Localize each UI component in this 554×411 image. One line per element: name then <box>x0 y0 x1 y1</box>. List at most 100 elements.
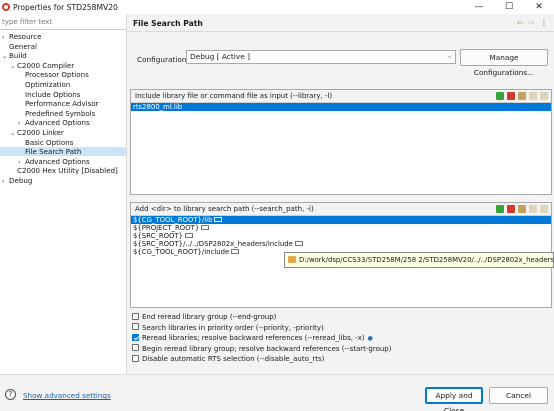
tree-item[interactable]: General <box>0 42 126 51</box>
configuration-value: Debug [ Active ] <box>190 52 250 61</box>
tree-item-label: Resource <box>9 32 42 41</box>
delete-icon[interactable] <box>507 205 515 213</box>
tree-item[interactable]: Optimization <box>0 80 126 89</box>
option-checkbox-row[interactable]: Begin reread library group; resolve back… <box>132 344 391 354</box>
move-down-icon[interactable] <box>540 92 548 100</box>
page-title: File Search Path <box>133 19 203 28</box>
app-icon <box>2 3 10 11</box>
tree-item-label: File Search Path <box>25 147 82 157</box>
tree-item-label: Predefined Symbols <box>25 108 96 118</box>
tree-item-label: Build <box>9 51 27 61</box>
option-checkbox-row[interactable]: Disable automatic RTS selection (--disab… <box>132 354 325 364</box>
tree-item[interactable]: C2000 Hex Utility [Disabled] <box>0 166 126 175</box>
include-library-label: Include library file or command file as … <box>135 92 333 100</box>
tree-item-label: Basic Options <box>25 137 74 147</box>
tree-item[interactable]: Basic Options <box>0 138 126 147</box>
checkbox[interactable] <box>132 333 139 341</box>
ellipsis-icon[interactable] <box>185 232 194 238</box>
list-item-label: ${SRC_ROOT}/../../DSP2802x_headers/inclu… <box>133 240 293 248</box>
move-up-icon[interactable] <box>529 205 537 213</box>
cancel-button[interactable]: Cancel <box>489 387 548 404</box>
tree-item-label: C2000 Hex Utility [Disabled] <box>17 166 118 176</box>
tree-item[interactable]: › Advanced Options <box>0 118 126 127</box>
tree-item[interactable]: › Resource <box>0 32 126 41</box>
list-item-label: ${CG_TOOL_ROOT}/include <box>133 248 230 256</box>
configuration-select[interactable]: Debug [ Active ] ⌵ <box>186 50 456 64</box>
edit-icon[interactable] <box>518 92 526 100</box>
tree-item[interactable]: ⌄ C2000 Compiler <box>0 61 126 70</box>
checkbox[interactable] <box>132 312 139 320</box>
view-menu-icon[interactable]: ⋮ <box>540 18 548 27</box>
option-label: Search libraries in priority order (--pr… <box>142 323 324 332</box>
ellipsis-icon[interactable] <box>294 240 303 246</box>
list-item-label: ${CG_TOOL_ROOT}/lib <box>133 216 213 224</box>
search-path-list[interactable]: ${CG_TOOL_ROOT}/lib ${PROJECT_ROOT} ${SRC_… <box>131 216 551 256</box>
filter-input[interactable]: type filter text <box>0 14 126 30</box>
apply-and-close-button[interactable]: Apply and Close <box>425 387 483 411</box>
edit-icon[interactable] <box>518 205 526 213</box>
nav-icons: ⇦ ⇨ ⋮ <box>517 18 548 27</box>
ellipsis-icon[interactable] <box>214 216 223 222</box>
tree-item-label: Debug <box>9 176 33 185</box>
include-library-header: Include library file or command file as … <box>131 90 551 103</box>
tree-item[interactable]: › Advanced Options <box>0 157 126 166</box>
search-path-toolbar <box>496 205 548 213</box>
configuration-label: Configuration: <box>137 55 189 64</box>
include-library-list[interactable]: rts2800_ml.lib <box>131 103 551 111</box>
tree-item[interactable]: Include Options <box>0 90 126 99</box>
close-button[interactable]: ✕ <box>524 0 554 14</box>
tree-item[interactable]: Processor Options <box>0 70 126 79</box>
tree-item[interactable]: Predefined Symbols <box>0 109 126 118</box>
chevron-right-icon[interactable]: › <box>2 177 9 186</box>
delete-icon[interactable] <box>507 92 515 100</box>
option-checkbox-row[interactable]: End reread library group (--end-group) <box>132 312 276 322</box>
tree-item[interactable]: Performance Advisor <box>0 99 126 108</box>
option-checkbox-row[interactable]: Search libraries in priority order (--pr… <box>132 323 324 333</box>
list-item-label: ${PROJECT_ROOT} <box>133 224 200 232</box>
tree-item-label: Performance Advisor <box>25 99 99 109</box>
tree-item-label: Advanced Options <box>25 156 90 166</box>
title-bar: Properties for STD258MV20 — ☐ ✕ <box>0 0 554 14</box>
ellipsis-icon[interactable] <box>231 248 240 254</box>
option-checkbox-row[interactable]: Reread libraries; resolve backward refer… <box>132 333 373 343</box>
checkbox[interactable] <box>132 323 139 330</box>
path-tooltip: D:/work/dsp/CCS33/STD258M/258 2/STD258MV… <box>284 252 554 268</box>
checkbox[interactable] <box>132 344 139 351</box>
move-up-icon[interactable] <box>529 92 537 100</box>
window-controls: — ☐ ✕ <box>464 0 554 14</box>
tree-item[interactable]: ⌄ C2000 Linker <box>0 128 126 137</box>
window-title: Properties for STD258MV20 <box>13 2 118 12</box>
tree-item-label: Processor Options <box>25 70 89 80</box>
tree-item[interactable]: ⌄ Build <box>0 51 126 60</box>
tree-item[interactable]: File Search Path <box>0 147 126 157</box>
list-item[interactable]: ${SRC_ROOT}/../../DSP2802x_headers/inclu… <box>131 240 551 248</box>
manage-configurations-button[interactable]: Manage Configurations... <box>460 49 548 77</box>
list-item[interactable]: ${CG_TOOL_ROOT}/lib <box>131 216 551 224</box>
maximize-button[interactable]: ☐ <box>494 0 524 14</box>
add-icon[interactable] <box>496 92 504 100</box>
ellipsis-icon[interactable] <box>201 224 210 230</box>
forward-icon[interactable]: ⇨ <box>528 18 535 27</box>
list-item[interactable]: rts2800_ml.lib <box>131 103 551 111</box>
list-item[interactable]: ${SRC_ROOT} <box>131 232 551 240</box>
chevron-down-icon: ⌵ <box>447 53 452 60</box>
footer: ? Show advanced settings Apply and Close… <box>0 374 554 411</box>
show-advanced-settings-link[interactable]: Show advanced settings <box>23 391 111 400</box>
list-item[interactable]: ${PROJECT_ROOT} <box>131 224 551 232</box>
add-icon[interactable] <box>496 205 504 213</box>
search-path-header: Add <dir> to library search path (--sear… <box>131 203 551 216</box>
tree-item[interactable]: › Debug <box>0 176 126 185</box>
page-header: File Search Path ⇦ ⇨ ⋮ <box>127 14 554 32</box>
option-label: Disable automatic RTS selection (--disab… <box>142 355 325 363</box>
checkbox[interactable] <box>132 354 139 362</box>
tree-item-label: C2000 Linker <box>17 128 64 137</box>
include-library-group: Include library file or command file as … <box>130 89 552 195</box>
minimize-button[interactable]: — <box>464 0 494 14</box>
move-down-icon[interactable] <box>540 205 548 213</box>
include-library-toolbar <box>496 92 548 100</box>
help-icon[interactable]: ? <box>5 389 16 400</box>
back-icon[interactable]: ⇦ <box>517 18 524 27</box>
tree-item-label: C2000 Compiler <box>17 60 75 70</box>
tooltip-text: D:/work/dsp/CCS33/STD258M/258 2/STD258MV… <box>299 256 554 264</box>
list-item-label: ${SRC_ROOT} <box>133 232 184 240</box>
